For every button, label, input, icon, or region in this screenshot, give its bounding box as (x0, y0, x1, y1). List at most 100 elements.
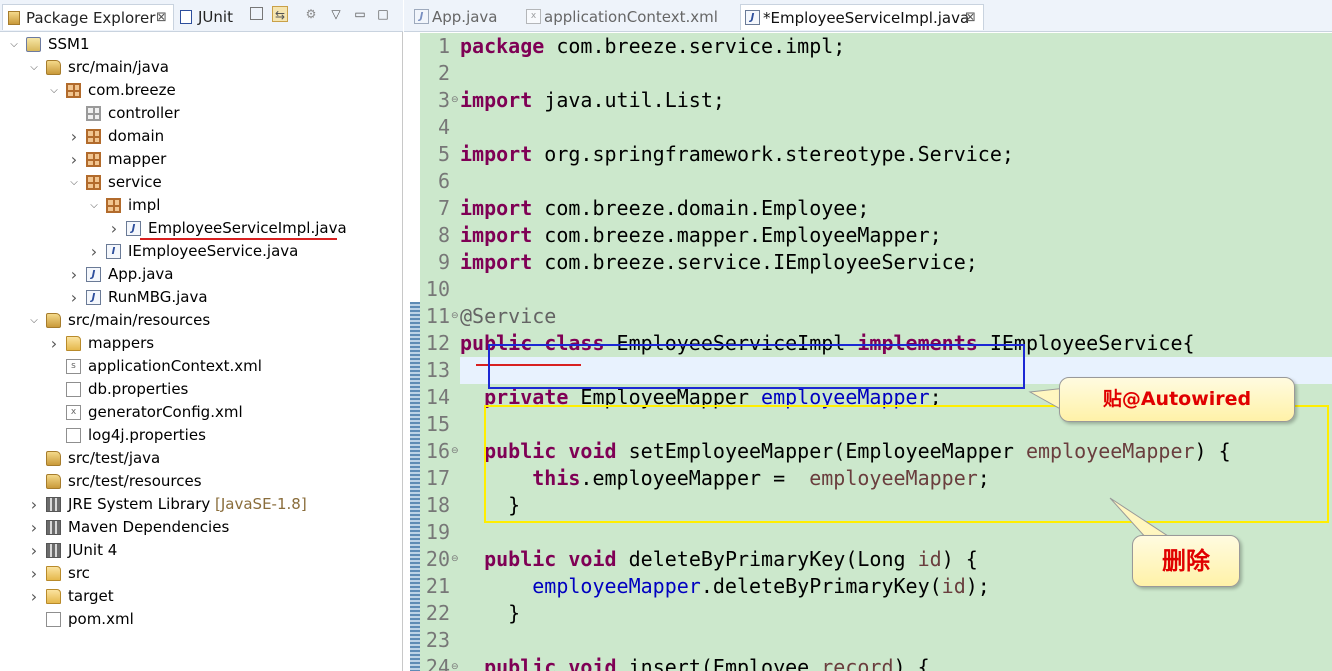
expanded-arrow-icon[interactable]: ⌵ (8, 33, 20, 56)
spring-xml-icon: s (66, 359, 81, 374)
tree-item[interactable]: ⌵ src/main/resources (0, 309, 400, 332)
collapsed-arrow-icon[interactable]: › (68, 263, 80, 286)
collapsed-arrow-icon[interactable]: › (68, 148, 80, 171)
tree-item-label: generatorConfig.xml (88, 403, 243, 421)
tree-item-label: JRE System Library [JavaSE-1.8] (68, 495, 307, 513)
red-underline-annotation (140, 238, 337, 240)
tab-package-explorer-label: Package Explorer (26, 9, 156, 27)
tree-item[interactable]: › mapper (0, 148, 400, 171)
collapsed-arrow-icon[interactable]: › (28, 585, 40, 608)
collapse-all-icon[interactable] (250, 7, 263, 20)
tree-item[interactable]: › mappers (0, 332, 400, 355)
properties-file-icon (66, 382, 81, 397)
tree-item-label: mappers (88, 334, 155, 352)
tree-item-label: log4j.properties (88, 426, 206, 444)
tree-item[interactable]: ⌵ impl (0, 194, 400, 217)
folder-icon (46, 589, 61, 604)
maven-pom-icon (46, 612, 61, 627)
tree-item-label: src/test/resources (68, 472, 202, 490)
source-folder-icon (46, 313, 61, 328)
tree-item[interactable]: › J EmployeeServiceImpl.java (0, 217, 400, 240)
tree-item-label: service (108, 173, 162, 191)
expanded-arrow-icon[interactable]: ⌵ (48, 79, 60, 102)
folder-icon (66, 336, 81, 351)
tree-item[interactable]: x generatorConfig.xml (0, 401, 400, 424)
source-folder-icon (46, 60, 61, 75)
tree-item[interactable]: › JRE System Library [JavaSE-1.8] (0, 493, 400, 516)
project-icon (26, 37, 41, 52)
tree-item-label: pom.xml (68, 610, 134, 628)
minimize-icon[interactable]: ▭ (352, 6, 368, 22)
tree-item[interactable]: db.properties (0, 378, 400, 401)
collapsed-arrow-icon[interactable]: › (28, 493, 40, 516)
tree-item[interactable]: ⌵ SSM1 (0, 33, 400, 56)
expanded-arrow-icon[interactable]: ⌵ (68, 171, 80, 194)
source-folder-icon (46, 451, 61, 466)
tree-item-label: src/main/java (68, 58, 169, 76)
tree-item[interactable]: controller (0, 102, 400, 125)
tree-item-label: App.java (108, 265, 174, 283)
junit-icon (180, 10, 192, 24)
tree-item-label: src (68, 564, 90, 582)
package-icon (86, 175, 101, 190)
tree-item[interactable]: s applicationContext.xml (0, 355, 400, 378)
tree-item-label: impl (128, 196, 161, 214)
tab-junit[interactable]: JUnit (178, 4, 244, 30)
xml-file-icon: x (66, 405, 81, 420)
collapsed-arrow-icon[interactable]: › (48, 332, 60, 355)
collapsed-arrow-icon[interactable]: › (28, 516, 40, 539)
properties-file-icon (66, 428, 81, 443)
package-explorer-tab-bar: Package Explorer ⊠ JUnit ⇆ ⚙ ▽ ▭ □ (0, 0, 403, 32)
package-explorer-icon (8, 11, 20, 25)
java-file-icon: J (86, 290, 101, 305)
link-with-editor-icon[interactable]: ⇆ (272, 6, 288, 22)
package-icon (86, 129, 101, 144)
collapsed-arrow-icon[interactable]: › (28, 539, 40, 562)
tree-item[interactable]: › domain (0, 125, 400, 148)
editor-panel: J App.java x applicationContext.xml J *E… (404, 0, 1332, 671)
tree-item[interactable]: › J App.java (0, 263, 400, 286)
view-menu-icon[interactable]: ▽ (328, 6, 344, 22)
tree-item-label: IEmployeeService.java (128, 242, 299, 260)
tree-item[interactable]: src/test/resources (0, 470, 400, 493)
collapsed-arrow-icon[interactable]: › (68, 125, 80, 148)
tree-item-label: com.breeze (88, 81, 176, 99)
tree-item-decoration: [JavaSE-1.8] (210, 495, 307, 513)
collapsed-arrow-icon[interactable]: › (108, 217, 120, 240)
package-explorer-panel: Package Explorer ⊠ JUnit ⇆ ⚙ ▽ ▭ □ ⌵ SSM1… (0, 0, 403, 671)
tree-item-label: domain (108, 127, 165, 145)
collapsed-arrow-icon[interactable]: › (28, 562, 40, 585)
focus-icon[interactable]: ⚙ (303, 6, 319, 22)
tree-item[interactable]: ⌵ com.breeze (0, 79, 400, 102)
package-icon (86, 152, 101, 167)
tree-item[interactable]: ⌵ service (0, 171, 400, 194)
tree-item[interactable]: › I IEmployeeService.java (0, 240, 400, 263)
tree-item[interactable]: › target (0, 585, 400, 608)
tree-item[interactable]: › Maven Dependencies (0, 516, 400, 539)
tree-item[interactable]: › JUnit 4 (0, 539, 400, 562)
maximize-icon[interactable]: □ (375, 6, 391, 22)
library-icon (46, 520, 61, 535)
collapsed-arrow-icon[interactable]: › (88, 240, 100, 263)
source-folder-icon (46, 474, 61, 489)
package-icon (66, 83, 81, 98)
tree-item[interactable]: › src (0, 562, 400, 585)
tree-item[interactable]: ⌵ src/main/java (0, 56, 400, 79)
tree-item-label: controller (108, 104, 180, 122)
tree-item-label: mapper (108, 150, 167, 168)
tree-item[interactable]: › J RunMBG.java (0, 286, 400, 309)
tree-item[interactable]: pom.xml (0, 608, 400, 631)
expanded-arrow-icon[interactable]: ⌵ (28, 309, 40, 332)
tree-item[interactable]: src/test/java (0, 447, 400, 470)
expanded-arrow-icon[interactable]: ⌵ (28, 56, 40, 79)
tree-item-label: Maven Dependencies (68, 518, 230, 536)
java-interface-file-icon: I (106, 244, 121, 259)
tree-item-label: applicationContext.xml (88, 357, 262, 375)
expanded-arrow-icon[interactable]: ⌵ (88, 194, 100, 217)
library-icon (46, 543, 61, 558)
tab-package-explorer[interactable]: Package Explorer ⊠ (2, 4, 174, 30)
collapsed-arrow-icon[interactable]: › (68, 286, 80, 309)
close-icon[interactable]: ⊠ (156, 5, 167, 31)
tree-item[interactable]: log4j.properties (0, 424, 400, 447)
tree-item-label: db.properties (88, 380, 189, 398)
